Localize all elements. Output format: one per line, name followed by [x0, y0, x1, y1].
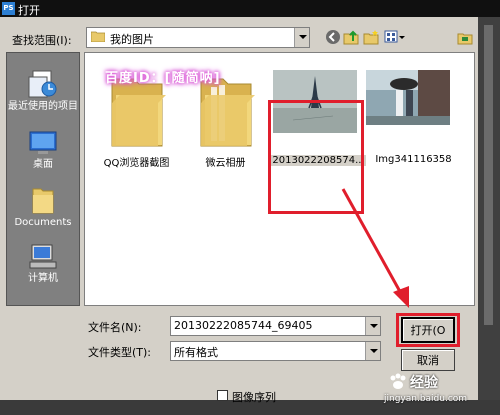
place-recent[interactable]: 最近使用的项目	[7, 69, 79, 113]
file-name-field[interactable]: 20130222085744_69405	[170, 316, 381, 336]
back-icon[interactable]	[325, 29, 341, 45]
jingyan-url: jingyan.baidu.com	[384, 394, 468, 404]
place-documents-label: Documents	[14, 217, 72, 228]
background-scrollbar	[484, 25, 493, 325]
place-computer[interactable]: 计算机	[7, 243, 79, 285]
recent-docs-icon	[28, 70, 57, 98]
checkbox-box[interactable]	[217, 390, 228, 401]
folder-icon	[32, 188, 54, 214]
file-type-value: 所有格式	[174, 346, 218, 359]
selection-highlight	[268, 100, 364, 214]
file-type-label: 文件类型(T):	[88, 346, 152, 359]
file-name-value: 20130222085744_69405	[174, 319, 313, 332]
list-item-label: Img341116358	[375, 154, 452, 165]
file-list[interactable]: QQ浏览器截图 微云相册 2013022208574... Img3411163…	[84, 52, 475, 306]
chevron-down-icon[interactable]	[365, 342, 380, 360]
computer-icon	[29, 244, 57, 269]
place-documents[interactable]: Documents	[7, 185, 79, 229]
baidu-paw-icon	[390, 373, 406, 389]
photoshop-app-icon: PS	[2, 2, 15, 15]
library-folder-icon[interactable]	[457, 29, 473, 45]
view-menu-icon[interactable]	[384, 29, 406, 45]
new-folder-icon[interactable]	[363, 29, 379, 45]
image-sequence-label: 图像序列	[232, 391, 276, 404]
baidu-jingyan-watermark: 经验 jingyan.baidu.com	[382, 370, 478, 415]
folder-icon	[91, 31, 105, 42]
open-dialog: 查找范围(I): 我的图片 最近使用的项目 桌面 Documents 计算机 Q…	[0, 17, 478, 404]
up-folder-icon[interactable]	[343, 29, 359, 45]
file-type-dropdown[interactable]: 所有格式	[170, 341, 381, 361]
couple-thumbnail-icon	[366, 70, 450, 125]
title-bar: PS 打开	[0, 0, 500, 17]
place-recent-label: 最近使用的项目	[8, 101, 78, 112]
open-button[interactable]: 打开(O	[401, 317, 455, 343]
watermark: 百度ID：[随简呐]	[105, 71, 221, 86]
place-computer-label: 计算机	[28, 273, 58, 284]
list-item-label: QQ浏览器截图	[103, 158, 170, 169]
desktop-icon	[29, 131, 57, 154]
place-desktop[interactable]: 桌面	[7, 131, 79, 171]
list-item-image[interactable]: Img341116358	[366, 58, 461, 170]
jingyan-title: 经验	[410, 375, 438, 391]
look-in-dropdown[interactable]: 我的图片	[86, 27, 310, 48]
chevron-down-icon[interactable]	[294, 28, 309, 47]
cancel-button[interactable]: 取消	[401, 349, 455, 371]
window-title: 打开	[18, 4, 40, 17]
background-edge	[478, 17, 500, 400]
list-item-label: 微云相册	[205, 158, 246, 169]
chevron-down-icon[interactable]	[365, 317, 380, 335]
file-name-label: 文件名(N):	[88, 321, 142, 334]
places-bar: 最近使用的项目 桌面 Documents 计算机	[6, 52, 80, 306]
look-in-label: 查找范围(I):	[12, 34, 72, 47]
place-desktop-label: 桌面	[33, 159, 53, 170]
look-in-value: 我的图片	[110, 33, 154, 46]
